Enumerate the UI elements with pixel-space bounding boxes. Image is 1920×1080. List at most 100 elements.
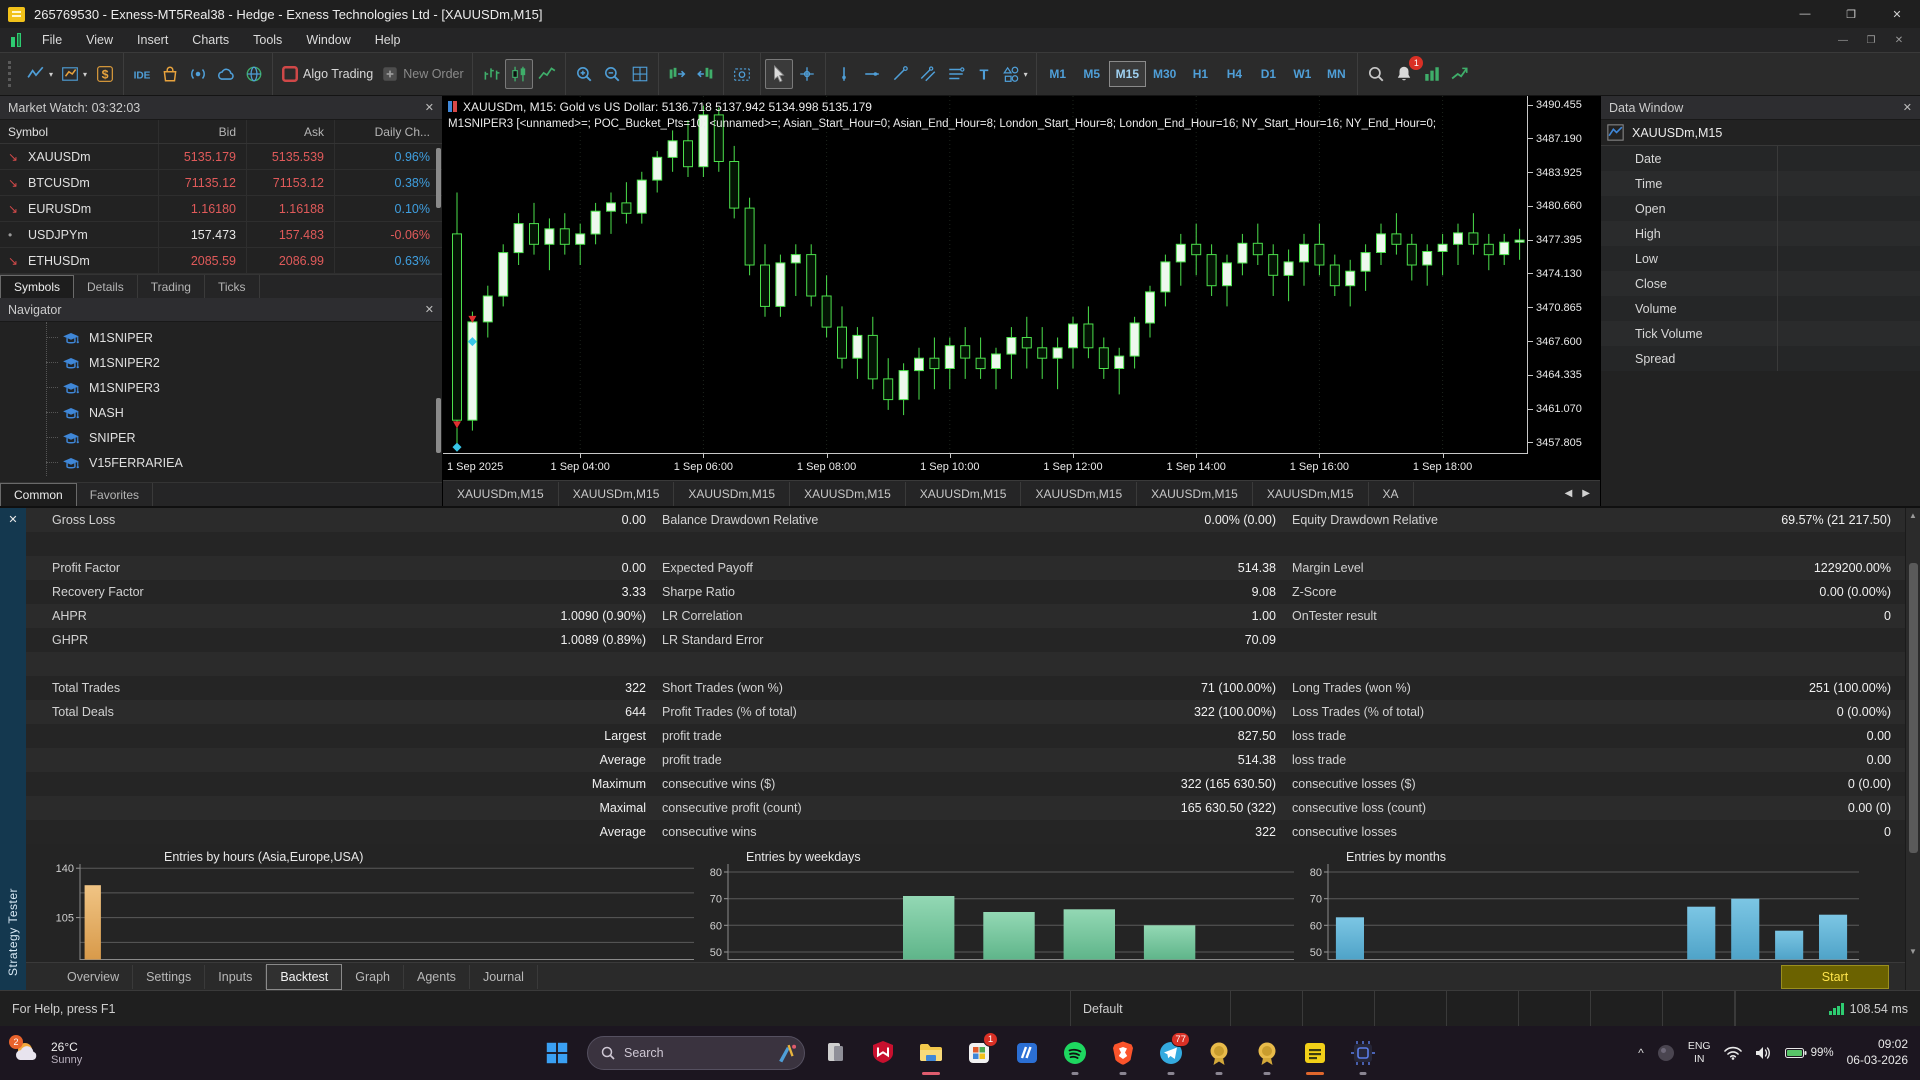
- search-input[interactable]: Search: [587, 1036, 805, 1070]
- shiftl-button[interactable]: [691, 59, 719, 89]
- toolbar-grip[interactable]: [8, 61, 15, 87]
- sidebar-item-m1sniper[interactable]: M1SNIPER: [0, 325, 442, 350]
- taskbar-app-telegram[interactable]: 77: [1149, 1029, 1193, 1077]
- taskbar-app-phone-link[interactable]: [813, 1029, 857, 1077]
- template-button[interactable]: ▾: [57, 59, 91, 89]
- scroll-up-icon[interactable]: ▲: [1906, 511, 1920, 520]
- column-header-ask[interactable]: Ask: [246, 120, 334, 143]
- gchart1-button[interactable]: [1418, 59, 1446, 89]
- clock-widget[interactable]: 09:02 06-03-2026: [1847, 1037, 1908, 1068]
- battery-indicator[interactable]: 99%: [1785, 1047, 1834, 1059]
- taskbar-app-brave[interactable]: [1101, 1029, 1145, 1077]
- column-header-bid[interactable]: Bid: [158, 120, 246, 143]
- table-row-ethusdm[interactable]: ↘ETHUSDm2085.592086.990.63%: [0, 248, 442, 274]
- gchart2-button[interactable]: [1446, 59, 1474, 89]
- scroll-down-icon[interactable]: ▼: [1906, 947, 1920, 956]
- tab-details[interactable]: Details: [74, 275, 138, 298]
- sidebar-item-v15ferrariea[interactable]: V15FERRARIEA: [0, 450, 442, 475]
- linechart-button[interactable]: [533, 59, 561, 89]
- candles-button[interactable]: [505, 59, 533, 89]
- windows-start-button[interactable]: [535, 1029, 579, 1077]
- shapes-button[interactable]: ▾: [998, 59, 1032, 89]
- time-axis[interactable]: 1 Sep 20251 Sep 04:001 Sep 06:001 Sep 08…: [443, 454, 1600, 480]
- tab-journal[interactable]: Journal: [470, 965, 538, 989]
- start-button[interactable]: Start: [1781, 965, 1889, 989]
- search-button[interactable]: [1362, 59, 1390, 89]
- tab-ticks[interactable]: Ticks: [205, 275, 260, 298]
- child-restore-icon[interactable]: ❐: [1858, 35, 1884, 46]
- column-header-symbol[interactable]: Symbol: [0, 125, 158, 139]
- taskbar-app-microsoft-365[interactable]: 1: [957, 1029, 1001, 1077]
- minimize-button[interactable]: —: [1782, 0, 1828, 28]
- bell-button[interactable]: 1: [1390, 59, 1418, 89]
- table-row-xauusdm[interactable]: ↘XAUUSDm5135.1795135.5390.96%: [0, 144, 442, 170]
- taskbar-app-file-explorer[interactable]: [909, 1029, 953, 1077]
- tab-backtest[interactable]: Backtest: [266, 964, 342, 990]
- tab-symbols[interactable]: Symbols: [0, 275, 74, 298]
- column-header-dailych[interactable]: Daily Ch...: [334, 120, 442, 143]
- tab-common[interactable]: Common: [0, 483, 77, 506]
- bag-button[interactable]: [156, 59, 184, 89]
- sidebar-item-nash[interactable]: NASH: [0, 400, 442, 425]
- tab-favorites[interactable]: Favorites: [77, 483, 153, 506]
- child-close-icon[interactable]: ✕: [1886, 35, 1912, 46]
- tab-agents[interactable]: Agents: [404, 965, 470, 989]
- table-row-eurusdm[interactable]: ↘EURUSDm1.161801.161880.10%: [0, 196, 442, 222]
- taskbar-app-mcafee[interactable]: [861, 1029, 905, 1077]
- chart-tab-5[interactable]: XAUUSDm,M15: [1021, 482, 1137, 506]
- taskbar-app-processor-app[interactable]: [1341, 1029, 1385, 1077]
- chart-tab-1[interactable]: XAUUSDm,M15: [559, 482, 675, 506]
- navigator-scrollbar[interactable]: [436, 398, 441, 453]
- menu-tools[interactable]: Tools: [241, 28, 294, 52]
- menu-insert[interactable]: Insert: [125, 28, 180, 52]
- menu-help[interactable]: Help: [363, 28, 413, 52]
- menu-charts[interactable]: Charts: [180, 28, 241, 52]
- sidebar-item-m1sniper2[interactable]: M1SNIPER2: [0, 350, 442, 375]
- trend-button[interactable]: [886, 59, 914, 89]
- tab-overview[interactable]: Overview: [54, 965, 133, 989]
- channel-button[interactable]: [914, 59, 942, 89]
- cloud-button[interactable]: [212, 59, 240, 89]
- timeframe-m30[interactable]: M30: [1146, 61, 1183, 87]
- hidden-icons-chevron[interactable]: ^: [1638, 1046, 1644, 1060]
- tester-scrollbar[interactable]: ▲ ▼: [1905, 508, 1920, 990]
- close-icon[interactable]: ✕: [0, 513, 26, 526]
- taskbar-app-trading-app-m[interactable]: [1005, 1029, 1049, 1077]
- algo-button[interactable]: Algo Trading: [277, 59, 377, 89]
- taskbar-app-gold-seal-app-2[interactable]: [1245, 1029, 1289, 1077]
- chart-tab-2[interactable]: XAUUSDm,M15: [674, 482, 790, 506]
- dollar-button[interactable]: $: [91, 59, 119, 89]
- profile-cell[interactable]: Default: [1071, 991, 1231, 1026]
- scroll-left-icon[interactable]: ◀: [1565, 488, 1573, 499]
- close-icon[interactable]: ✕: [1903, 101, 1912, 114]
- vps-button[interactable]: [240, 59, 268, 89]
- wifi-icon[interactable]: [1724, 1046, 1742, 1060]
- taskbar-app-spotify[interactable]: [1053, 1029, 1097, 1077]
- zoomin-button[interactable]: [570, 59, 598, 89]
- plus-button[interactable]: New Order: [377, 59, 467, 89]
- grid-button[interactable]: [626, 59, 654, 89]
- hline-button[interactable]: [858, 59, 886, 89]
- language-indicator[interactable]: ENGIN: [1688, 1040, 1711, 1065]
- chart-tab-4[interactable]: XAUUSDm,M15: [906, 482, 1022, 506]
- crosshair-button[interactable]: [793, 59, 821, 89]
- child-minimize-icon[interactable]: —: [1830, 35, 1856, 46]
- chart-tab-0[interactable]: XAUUSDm,M15: [443, 482, 559, 506]
- tab-graph[interactable]: Graph: [342, 965, 404, 989]
- cursor-button[interactable]: [765, 59, 793, 89]
- tray-sphere-icon[interactable]: [1657, 1044, 1675, 1062]
- close-button[interactable]: ✕: [1874, 0, 1920, 28]
- tab-trading[interactable]: Trading: [138, 275, 205, 298]
- zoomout-button[interactable]: [598, 59, 626, 89]
- scrollbar-thumb[interactable]: [1909, 563, 1918, 853]
- text-button[interactable]: T: [970, 59, 998, 89]
- chart-tab-6[interactable]: XAUUSDm,M15: [1137, 482, 1253, 506]
- timeframe-m15[interactable]: M15: [1109, 61, 1146, 87]
- chart-tab-7[interactable]: XAUUSDm,M15: [1253, 482, 1369, 506]
- price-axis[interactable]: 3490.4553487.1903483.9253480.6603477.395…: [1528, 96, 1600, 454]
- tab-settings[interactable]: Settings: [133, 965, 205, 989]
- volume-icon[interactable]: [1755, 1046, 1772, 1060]
- sidebar-item-m1sniper3[interactable]: M1SNIPER3: [0, 375, 442, 400]
- zigzag-button[interactable]: ▾: [23, 59, 57, 89]
- shiftr-button[interactable]: [663, 59, 691, 89]
